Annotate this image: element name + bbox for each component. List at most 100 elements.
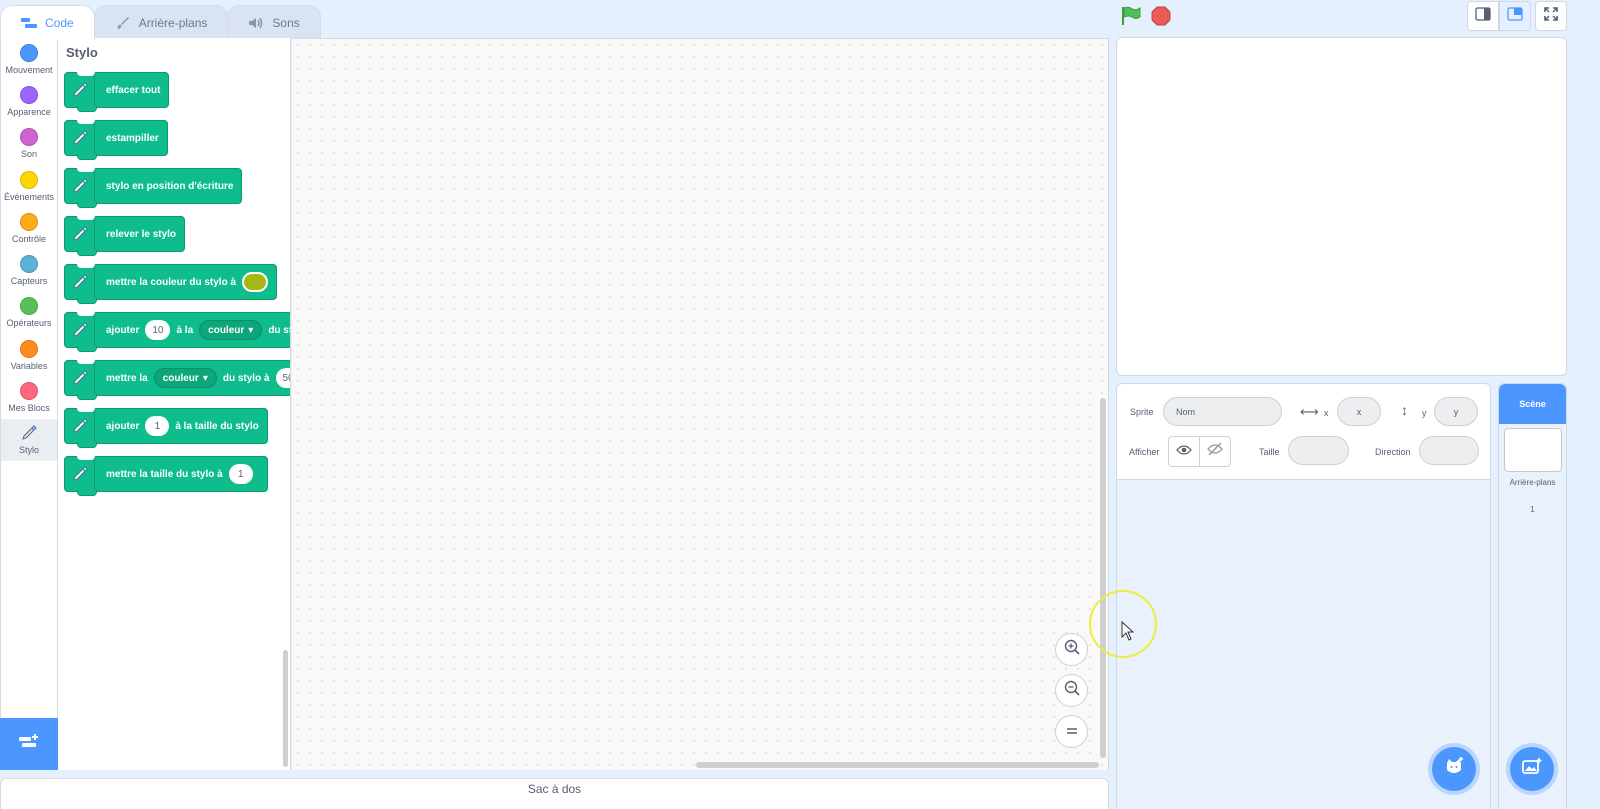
dropdown-value: couleur — [162, 372, 199, 384]
x-input[interactable]: x — [1337, 397, 1381, 426]
param-dropdown[interactable]: couleur ▾ — [153, 368, 217, 388]
equals-icon — [1065, 723, 1079, 741]
block-pen-up[interactable]: relever le stylo — [64, 216, 186, 256]
stage-selector[interactable]: Scène Arrière-plans 1 — [1498, 383, 1567, 809]
tab-code[interactable]: Code — [0, 5, 95, 40]
show-sprite-button[interactable] — [1168, 436, 1200, 467]
block-text: du stylo à — [222, 372, 270, 384]
number-input[interactable]: 10 — [145, 320, 171, 340]
block-text: ajouter — [106, 420, 140, 432]
category-label: Apparence — [7, 106, 51, 117]
category-pen[interactable]: Stylo — [1, 418, 57, 461]
backpack-header[interactable]: Sac à dos — [0, 778, 1109, 809]
vertical-arrows-icon: ↕ — [1401, 402, 1408, 418]
mouse-pointer-icon — [1121, 620, 1135, 646]
pen-icon — [65, 169, 95, 203]
param-dropdown[interactable]: couleur ▾ — [199, 320, 263, 340]
sprite-info: Sprite Nom ⟷ x x ↕ y y Afficher Taille D… — [1117, 384, 1490, 480]
block-clear[interactable]: effacer tout — [64, 72, 170, 112]
palette-scrollbar[interactable] — [283, 650, 288, 767]
small-stage-button[interactable] — [1467, 1, 1499, 31]
add-sprite-button[interactable] — [1432, 747, 1476, 791]
category-label: Variables — [10, 360, 48, 371]
stop-button[interactable] — [1151, 6, 1171, 26]
zoom-out-button[interactable] — [1055, 674, 1088, 707]
block-set-pen-param[interactable]: mettre la couleur▾ du stylo à 50 — [64, 360, 290, 400]
block-text: mettre la taille du stylo à — [106, 468, 223, 480]
workspace-vertical-scrollbar[interactable] — [1100, 398, 1106, 758]
normal-stage-button[interactable] — [1499, 1, 1531, 31]
category-variables[interactable]: Variables — [1, 334, 57, 376]
code-icon — [21, 16, 37, 30]
add-extension-icon — [18, 733, 40, 756]
category-looks[interactable]: Apparence — [1, 80, 57, 122]
category-label: Capteurs — [10, 276, 48, 287]
category-dot — [20, 255, 38, 274]
flag-icon — [1120, 6, 1142, 30]
fullscreen-button[interactable] — [1535, 1, 1567, 31]
caret-down-icon: ▾ — [248, 324, 254, 336]
workspace-horizontal-scrollbar[interactable] — [696, 762, 1099, 768]
category-my-blocks[interactable]: Mes Blocs — [1, 376, 57, 418]
stage-size-toggle — [1467, 1, 1531, 31]
sprite-pane: Sprite Nom ⟷ x x ↕ y y Afficher Taille D… — [1116, 383, 1491, 809]
block-set-pen-color[interactable]: mettre la couleur du stylo à — [64, 264, 278, 304]
hide-sprite-button[interactable] — [1199, 436, 1231, 467]
eye-icon — [1176, 443, 1192, 461]
pen-icon — [65, 313, 95, 347]
tab-backdrops[interactable]: Arrière-plans — [93, 5, 229, 39]
show-label: Afficher — [1129, 447, 1160, 457]
y-input[interactable]: y — [1434, 397, 1478, 426]
sprite-label: Sprite — [1130, 407, 1154, 417]
number-input[interactable]: 1 — [145, 416, 170, 436]
direction-input[interactable] — [1419, 436, 1479, 465]
category-motion[interactable]: Mouvement — [1, 38, 57, 80]
zoom-in-icon — [1063, 638, 1081, 661]
category-sound[interactable]: Son — [1, 123, 57, 165]
stop-icon — [1151, 6, 1171, 30]
caret-down-icon: ▾ — [202, 372, 208, 384]
fullscreen-icon — [1544, 6, 1558, 26]
backdrops-count: 1 — [1530, 505, 1535, 514]
script-workspace[interactable] — [292, 38, 1109, 770]
block-stamp[interactable]: estampiller — [64, 120, 168, 160]
category-events[interactable]: Événements — [1, 165, 57, 207]
placeholder: Nom — [1176, 406, 1196, 417]
block-change-pen-param[interactable]: ajouter 10 à la couleur▾ du stylo — [64, 312, 290, 352]
category-operators[interactable]: Opérateurs — [1, 292, 57, 334]
dropdown-value: couleur — [208, 324, 245, 336]
paintbrush-icon — [115, 16, 131, 30]
zoom-reset-button[interactable] — [1055, 715, 1088, 748]
category-dot — [20, 43, 38, 62]
block-change-pen-size[interactable]: ajouter 1 à la taille du stylo — [64, 408, 268, 448]
category-control[interactable]: Contrôle — [1, 207, 57, 249]
backpack-label: Sac à dos — [527, 782, 582, 796]
category-label: Contrôle — [11, 233, 47, 244]
add-extension-button[interactable] — [0, 718, 58, 770]
zoom-in-button[interactable] — [1055, 633, 1088, 666]
sprite-name-input[interactable]: Nom — [1163, 397, 1282, 426]
category-dot — [20, 297, 38, 316]
stage-thumbnail[interactable] — [1504, 428, 1562, 472]
color-picker-input[interactable] — [242, 272, 269, 292]
zoom-out-icon — [1063, 679, 1081, 702]
horizontal-arrows-icon: ⟷ — [1300, 404, 1319, 419]
add-backdrop-button[interactable] — [1510, 747, 1554, 791]
category-dot — [20, 85, 38, 104]
number-input[interactable]: 1 — [228, 464, 253, 484]
size-input[interactable] — [1288, 436, 1349, 465]
block-pen-down[interactable]: stylo en position d'écriture — [64, 168, 243, 208]
number-input[interactable]: 50 — [275, 368, 290, 388]
stage-canvas[interactable] — [1116, 37, 1567, 376]
category-dot — [20, 339, 38, 358]
block-set-pen-size[interactable]: mettre la taille du stylo à 1 — [64, 456, 268, 496]
category-dot — [20, 382, 38, 401]
pen-icon — [65, 121, 95, 155]
block-text: du stylo — [268, 324, 290, 336]
category-sensing[interactable]: Capteurs — [1, 249, 57, 291]
pen-icon — [65, 361, 95, 395]
category-dot — [20, 128, 38, 147]
tab-sounds[interactable]: Sons — [227, 5, 321, 39]
visibility-toggle — [1168, 436, 1231, 467]
green-flag-button[interactable] — [1120, 6, 1142, 26]
